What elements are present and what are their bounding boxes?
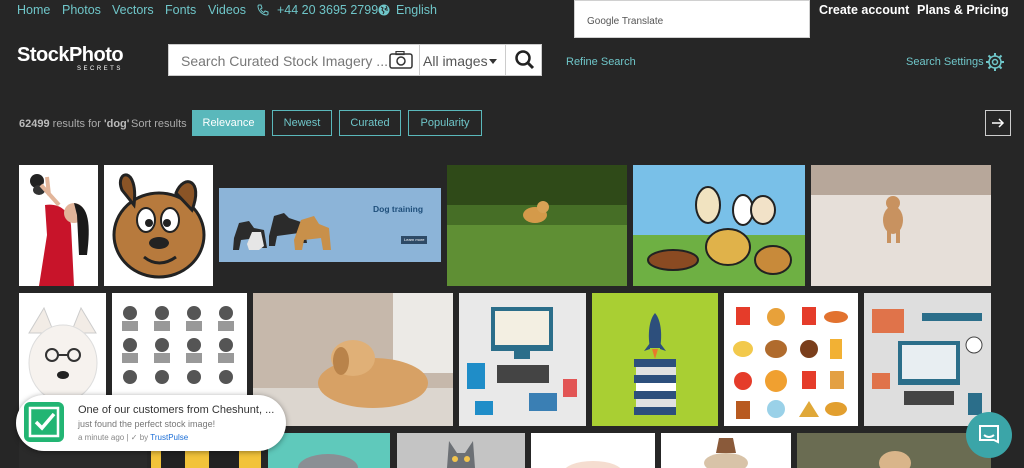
image-fast-food-icons[interactable]: [724, 293, 858, 426]
image-woman-holding-puppy[interactable]: [19, 165, 98, 286]
image-row3-6[interactable]: [661, 433, 791, 468]
arrow-right-icon: [992, 118, 1005, 128]
search-icon: [515, 50, 535, 70]
chat-widget-button[interactable]: [966, 412, 1012, 458]
nav-vectors[interactable]: Vectors: [112, 3, 154, 17]
nav-fonts[interactable]: Fonts: [165, 3, 196, 17]
divider: [419, 45, 420, 75]
search-settings-link[interactable]: Search Settings: [906, 56, 984, 68]
logo-text: StockPhoto: [17, 44, 124, 66]
image-row3-4[interactable]: [397, 433, 525, 468]
checkmark-icon: [24, 402, 64, 442]
nav-photos[interactable]: Photos: [62, 3, 101, 17]
sort-newest[interactable]: Newest: [272, 110, 332, 136]
results-text: results for: [49, 118, 104, 130]
image-dog-training-banner[interactable]: Dog training Learn more: [219, 188, 441, 262]
google-translate-widget[interactable]: Google Translate: [574, 0, 810, 38]
sort-curated[interactable]: Curated: [339, 110, 401, 136]
search-button[interactable]: [505, 45, 543, 75]
image-row3-5[interactable]: [531, 433, 655, 468]
notification-meta: a minute ago | ✓ by TrustPulse: [78, 433, 189, 442]
nav-home[interactable]: Home: [17, 3, 50, 17]
image-cartoon-dog-pack[interactable]: [633, 165, 805, 286]
search-input[interactable]: Search Curated Stock Imagery ...: [181, 53, 388, 69]
results-summary: 62499 results for 'dog': [19, 118, 129, 130]
trustpulse-brand: TrustPulse: [150, 433, 189, 442]
sort-label: Sort results: [131, 118, 187, 130]
camera-icon[interactable]: [389, 50, 413, 69]
notification-subtitle: just found the perfect stock image!: [78, 419, 216, 429]
notification-time: a minute ago: [78, 433, 125, 442]
image-workspace-illustration[interactable]: [459, 293, 586, 426]
logo-subtext: SECRETS: [77, 66, 123, 72]
sort-popularity[interactable]: Popularity: [408, 110, 482, 136]
trustpulse-notification[interactable]: One of our customers from Cheshunt, ... …: [16, 395, 286, 451]
results-count: 62499: [19, 118, 50, 130]
image-golden-retriever-field[interactable]: [447, 165, 627, 286]
nav-phone[interactable]: +44 20 3695 2799: [277, 3, 378, 17]
notification-title: One of our customers from Cheshunt, ...: [78, 404, 275, 416]
image-dog-running-snow[interactable]: [811, 165, 991, 286]
image-row3-7[interactable]: [797, 433, 991, 468]
sort-relevance[interactable]: Relevance: [192, 110, 265, 136]
nav-videos[interactable]: Videos: [208, 3, 246, 17]
refine-search-link[interactable]: Refine Search: [566, 56, 636, 68]
dog-training-title: Dog training: [373, 204, 424, 214]
chat-icon: [979, 425, 999, 444]
top-nav: Home Photos Vectors Fonts Videos +44 20 …: [0, 0, 1024, 22]
google-translate-label: Google Translate: [587, 16, 664, 27]
gear-icon[interactable]: [985, 52, 1005, 72]
plans-pricing-link[interactable]: Plans & Pricing: [917, 3, 1009, 17]
results-query: 'dog': [104, 118, 130, 130]
image-cartoon-brown-dog[interactable]: [104, 165, 213, 286]
next-page-button[interactable]: [985, 110, 1011, 136]
search-bar: Search Curated Stock Imagery ... All ima…: [168, 44, 542, 76]
chevron-down-icon: [489, 59, 497, 64]
image-type-select[interactable]: All images: [423, 53, 488, 69]
dog-training-button: Learn more: [404, 237, 425, 242]
phone-icon: [257, 4, 269, 19]
verified-icon: ✓: [130, 433, 138, 442]
image-office-illustration[interactable]: [864, 293, 991, 426]
image-golden-dog-sofa[interactable]: [253, 293, 453, 426]
create-account-link[interactable]: Create account: [819, 3, 909, 17]
image-rocket-books[interactable]: [592, 293, 718, 426]
logo[interactable]: StockPhoto SECRETS: [17, 44, 124, 72]
nav-language[interactable]: English: [396, 3, 437, 17]
image-row3-3[interactable]: [268, 433, 390, 468]
globe-icon: [378, 4, 390, 19]
notification-by: by: [139, 433, 149, 442]
